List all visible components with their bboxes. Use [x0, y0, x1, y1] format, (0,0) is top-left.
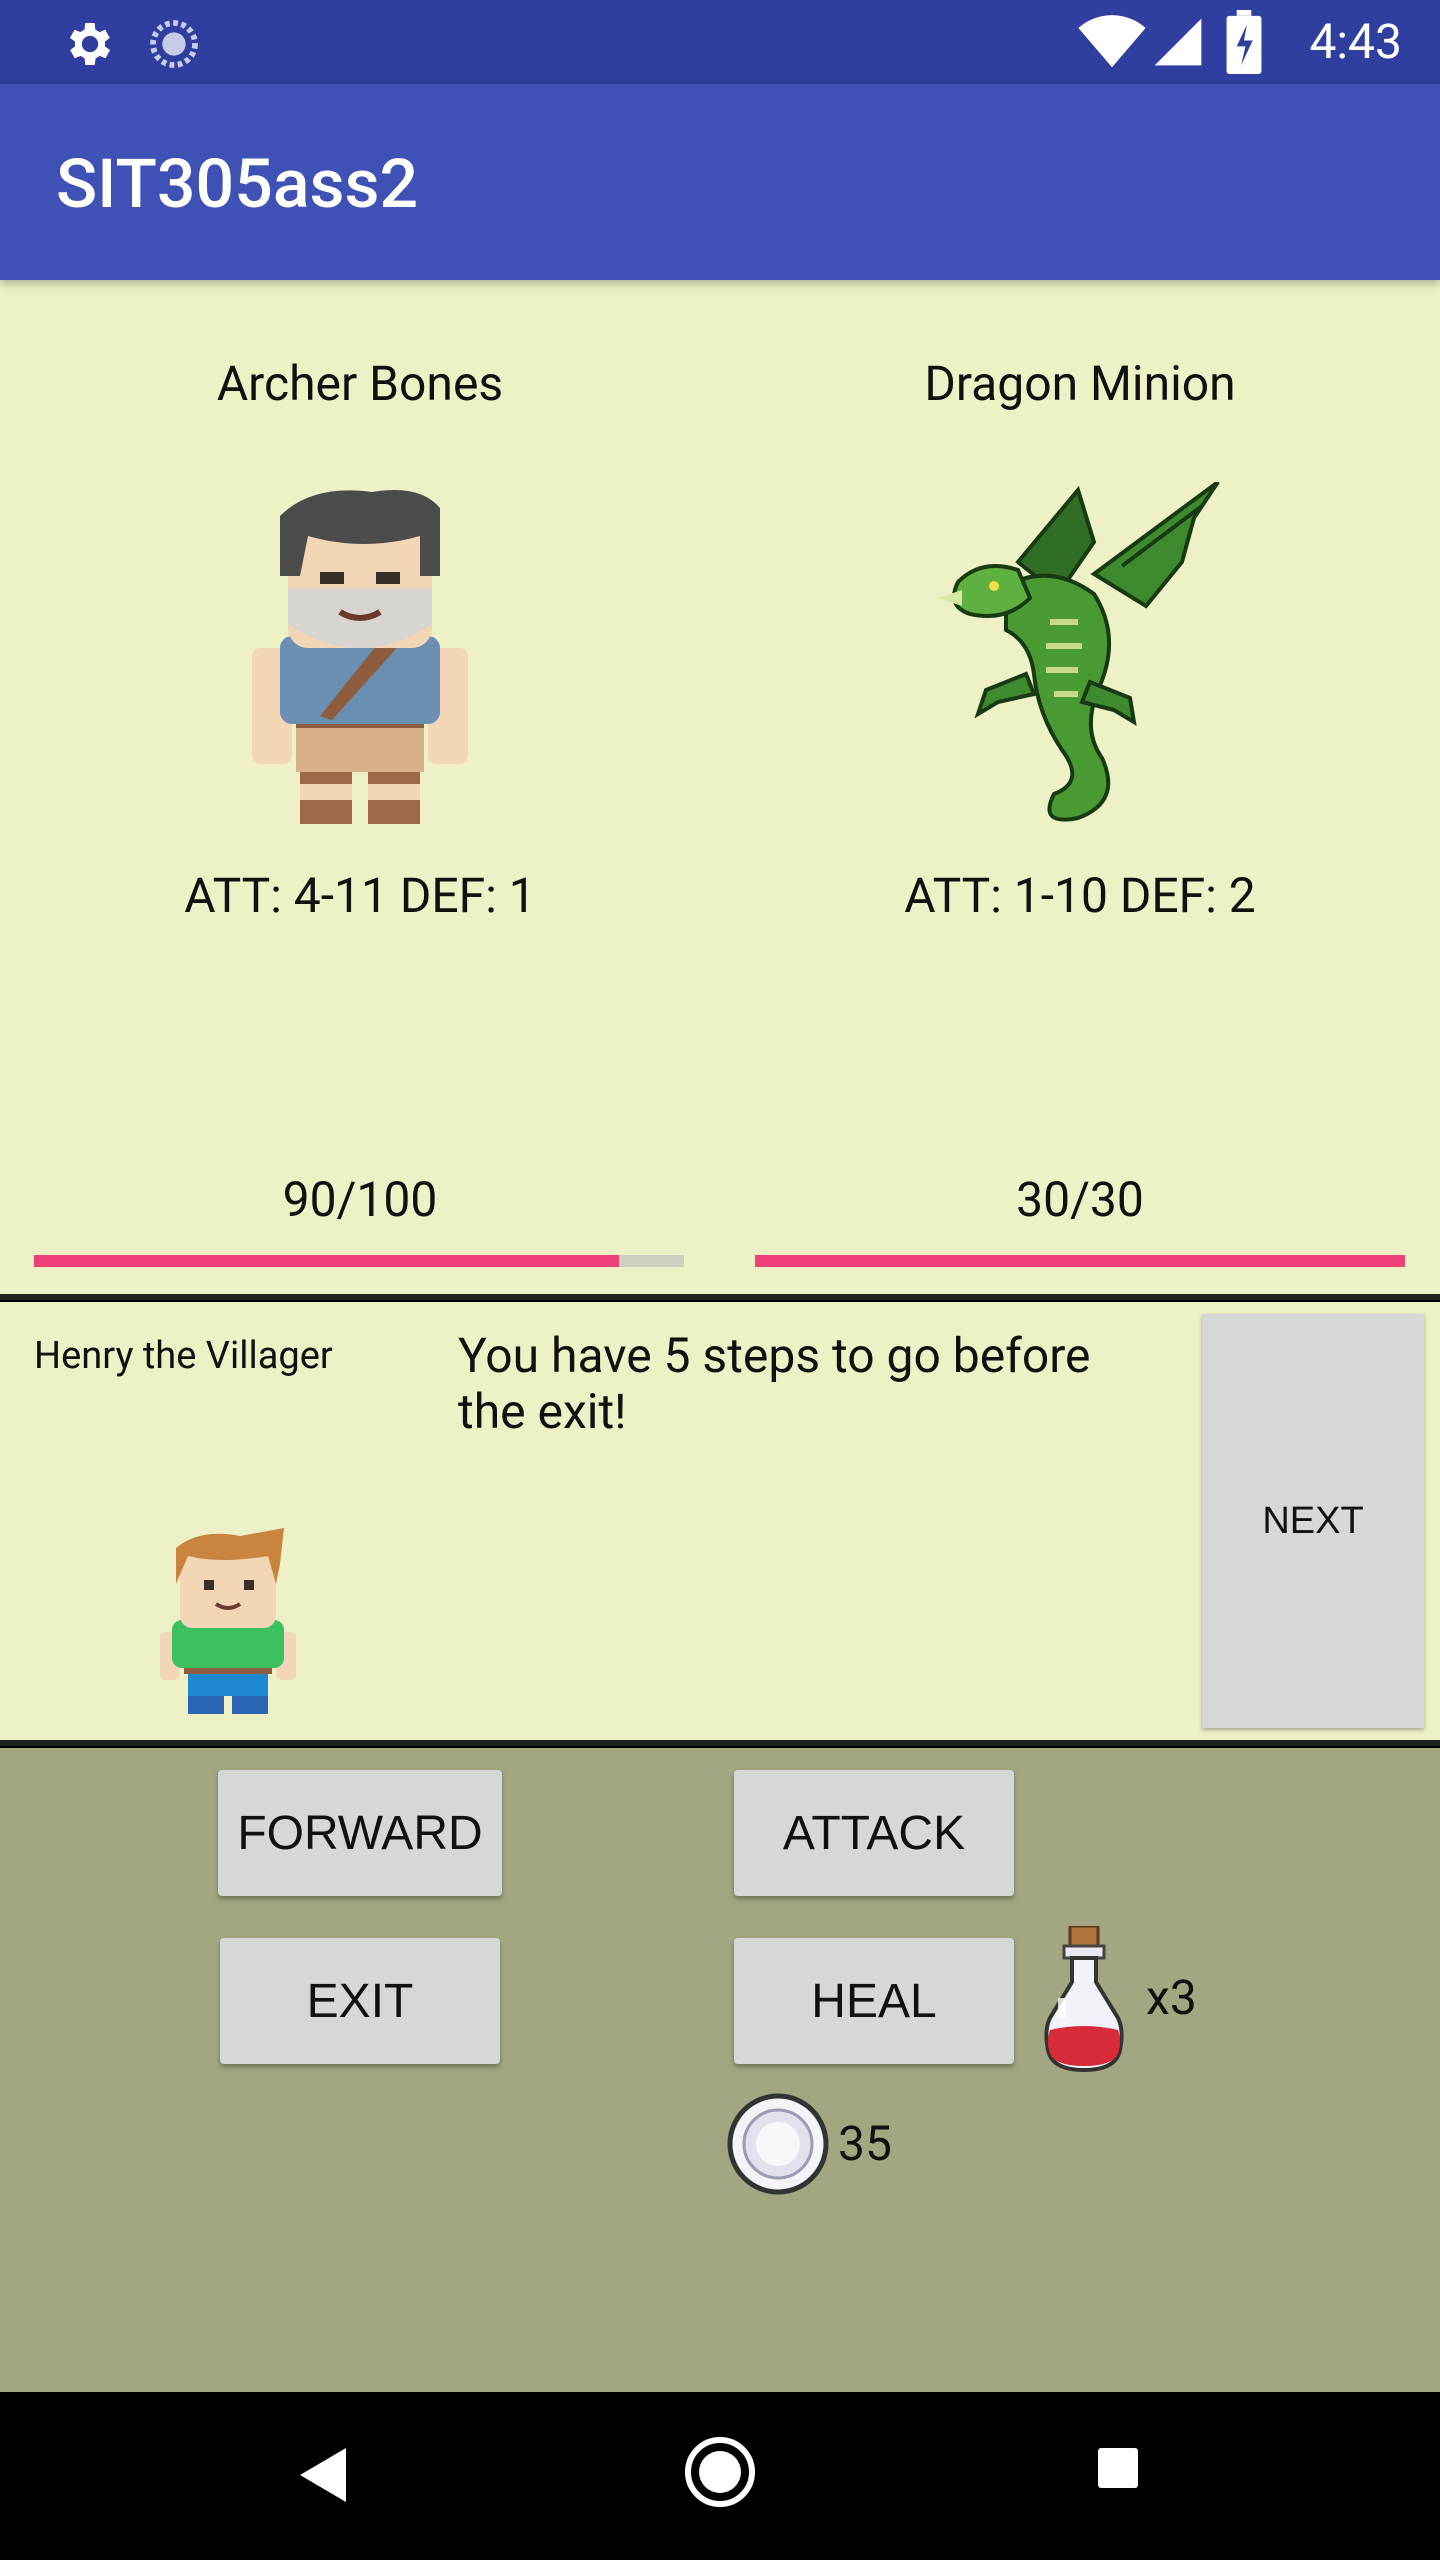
- status-bar: 4:43: [0, 0, 1440, 84]
- attack-button[interactable]: ATTACK: [734, 1770, 1014, 1896]
- potion-icon: [1044, 1926, 1124, 2072]
- divider-bottom: [0, 1740, 1440, 1746]
- back-icon[interactable]: [296, 2444, 350, 2506]
- recents-icon[interactable]: [1096, 2446, 1140, 2490]
- dialogue-message: You have 5 steps to go before the exit!: [458, 1327, 1091, 1440]
- app-bar: SIT305ass2: [0, 84, 1440, 280]
- player-hp-bar: [34, 1255, 684, 1267]
- potion-count: x3: [1146, 1969, 1197, 2026]
- player-hp-fill: [34, 1255, 619, 1267]
- enemy-stats: ATT: 1-10 DEF: 2: [904, 867, 1256, 924]
- player-stats: ATT: 4-11 DEF: 1: [184, 867, 536, 924]
- enemy-hp-fill: [755, 1255, 1405, 1267]
- coin-count: 35: [838, 2115, 892, 2172]
- clock: 4:43: [1309, 13, 1402, 70]
- settings-icon: [69, 23, 111, 65]
- player-sprite: [252, 490, 468, 824]
- battle-area: Archer Bones ATT: 4-11 DEF: 1 90/100 Dra…: [0, 280, 1440, 1296]
- home-icon[interactable]: [684, 2436, 756, 2508]
- player-name: Archer Bones: [216, 355, 504, 412]
- divider-top: [0, 1294, 1440, 1300]
- enemy-hp-bar: [755, 1255, 1405, 1267]
- sync-icon: [150, 20, 198, 68]
- player-panel: Archer Bones ATT: 4-11 DEF: 1 90/100: [0, 280, 720, 1296]
- navigation-bar: [0, 2392, 1440, 2560]
- signal-icon: [1154, 18, 1202, 66]
- next-button[interactable]: NEXT: [1202, 1314, 1424, 1728]
- heal-button[interactable]: HEAL: [734, 1938, 1014, 2064]
- coin-icon: [727, 2093, 829, 2195]
- forward-button[interactable]: FORWARD: [218, 1770, 502, 1896]
- enemy-sprite: [938, 482, 1220, 822]
- enemy-name: Dragon Minion: [924, 355, 1236, 412]
- player-hp-text: 90/100: [282, 1171, 438, 1228]
- npc-sprite: [160, 1528, 296, 1714]
- battery-icon: [1226, 10, 1262, 74]
- enemy-hp-text: 30/30: [1016, 1171, 1144, 1228]
- wifi-icon: [1078, 15, 1146, 68]
- dialogue-panel: Henry the Villager You have 5 steps to g…: [0, 1302, 1440, 1742]
- enemy-panel: Dragon Minion ATT: 1-10 DEF: 2 30/30: [720, 280, 1440, 1296]
- controls-panel: FORWARD ATTACK EXIT HEAL x3 35: [0, 1748, 1440, 2392]
- npc-name: Henry the Villager: [34, 1334, 333, 1378]
- app-title: SIT305ass2: [56, 144, 419, 224]
- exit-button[interactable]: EXIT: [220, 1938, 500, 2064]
